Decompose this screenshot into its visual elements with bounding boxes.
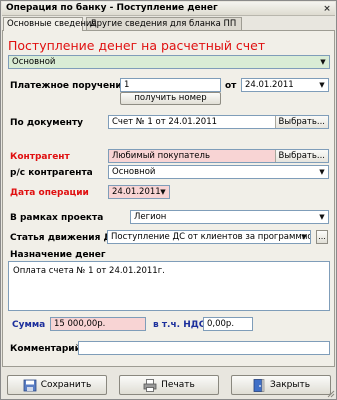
counterparty-account-value: Основной: [112, 167, 156, 177]
window-title: Операция по банку - Поступление денег: [6, 3, 218, 13]
print-button[interactable]: Печать: [119, 375, 219, 395]
amount-input[interactable]: 15 000,00р.: [50, 317, 146, 331]
payment-order-number-input[interactable]: 1: [120, 78, 221, 92]
chevron-down-icon[interactable]: ▼: [157, 186, 169, 198]
dialog-window: Операция по банку - Поступление денег × …: [0, 0, 337, 400]
counterparty-value: Любимый покупатель: [112, 151, 210, 161]
cash-flow-item-label: Статья движения ДС: [10, 233, 119, 243]
close-button-label: Закрыть: [269, 380, 311, 390]
payment-order-from-label: от: [225, 81, 237, 91]
select-counterparty-button[interactable]: Выбрать...: [274, 150, 328, 162]
button-bar: Сохранить Печать Закрыть: [2, 367, 335, 399]
save-icon: [23, 379, 37, 391]
cash-flow-item-select[interactable]: Поступление ДС от клиентов за программно…: [107, 230, 311, 244]
vat-input[interactable]: 0,00р.: [203, 317, 253, 331]
counterparty-field[interactable]: Любимый покупатель Выбрать...: [108, 149, 329, 163]
chevron-down-icon[interactable]: ▼: [316, 166, 328, 178]
document-value: Счет № 1 от 24.01.2011: [112, 117, 218, 127]
document-field[interactable]: Счет № 1 от 24.01.2011 Выбрать...: [108, 115, 329, 129]
close-window-icon[interactable]: ×: [322, 4, 332, 14]
save-button-label: Сохранить: [40, 380, 92, 390]
operation-type-select[interactable]: Основной ▼: [8, 55, 330, 69]
operation-date-input[interactable]: 24.01.2011 ▼: [108, 185, 170, 199]
payment-order-date-input[interactable]: 24.01.2011 ▼: [241, 78, 329, 92]
cash-flow-item-more-button[interactable]: ...: [316, 230, 328, 244]
project-select[interactable]: Легион ▼: [130, 210, 329, 224]
counterparty-account-select[interactable]: Основной ▼: [108, 165, 329, 179]
amount-label: Сумма: [12, 320, 46, 330]
purpose-textarea[interactable]: Оплата счета № 1 от 24.01.2011г.: [8, 261, 330, 311]
comment-label: Комментарий: [10, 344, 81, 354]
chevron-down-icon[interactable]: ▼: [298, 231, 310, 243]
get-number-button[interactable]: получить номер: [120, 92, 221, 105]
chevron-down-icon[interactable]: ▼: [316, 211, 328, 223]
select-document-button[interactable]: Выбрать...: [274, 116, 328, 128]
print-button-label: Печать: [161, 380, 195, 390]
counterparty-account-label: р/с контрагента: [10, 168, 93, 178]
tab-panel-main: Поступление денег на расчетный счет Осно…: [2, 30, 335, 367]
page-title: Поступление денег на расчетный счет: [8, 38, 266, 53]
door-exit-icon: [253, 378, 265, 392]
project-value: Легион: [134, 212, 167, 222]
purpose-label: Назначение денег: [10, 250, 106, 260]
operation-date-value: 24.01.2011: [112, 187, 161, 197]
chevron-down-icon[interactable]: ▼: [316, 79, 328, 91]
payment-order-date-value: 24.01.2011: [245, 80, 294, 90]
tab-other-info[interactable]: Другие сведения для бланка ПП: [86, 17, 242, 30]
title-bar[interactable]: Операция по банку - Поступление денег ×: [2, 2, 335, 16]
chevron-down-icon[interactable]: ▼: [317, 56, 329, 68]
resize-grip-icon[interactable]: [326, 389, 335, 398]
close-button[interactable]: Закрыть: [231, 375, 331, 395]
cash-flow-item-value: Поступление ДС от клиентов за программно…: [111, 232, 310, 242]
document-label: По документу: [10, 118, 84, 128]
counterparty-label: Контрагент: [10, 152, 70, 162]
operation-date-label: Дата операции: [10, 188, 89, 198]
save-button[interactable]: Сохранить: [7, 375, 107, 395]
comment-input[interactable]: [78, 341, 330, 355]
printer-icon: [143, 378, 157, 392]
project-label: В рамках проекта: [10, 213, 104, 223]
vat-label: в т.ч. НДС: [153, 320, 206, 330]
operation-type-value: Основной: [12, 57, 56, 67]
tab-main-info[interactable]: Основные сведения: [3, 17, 97, 31]
